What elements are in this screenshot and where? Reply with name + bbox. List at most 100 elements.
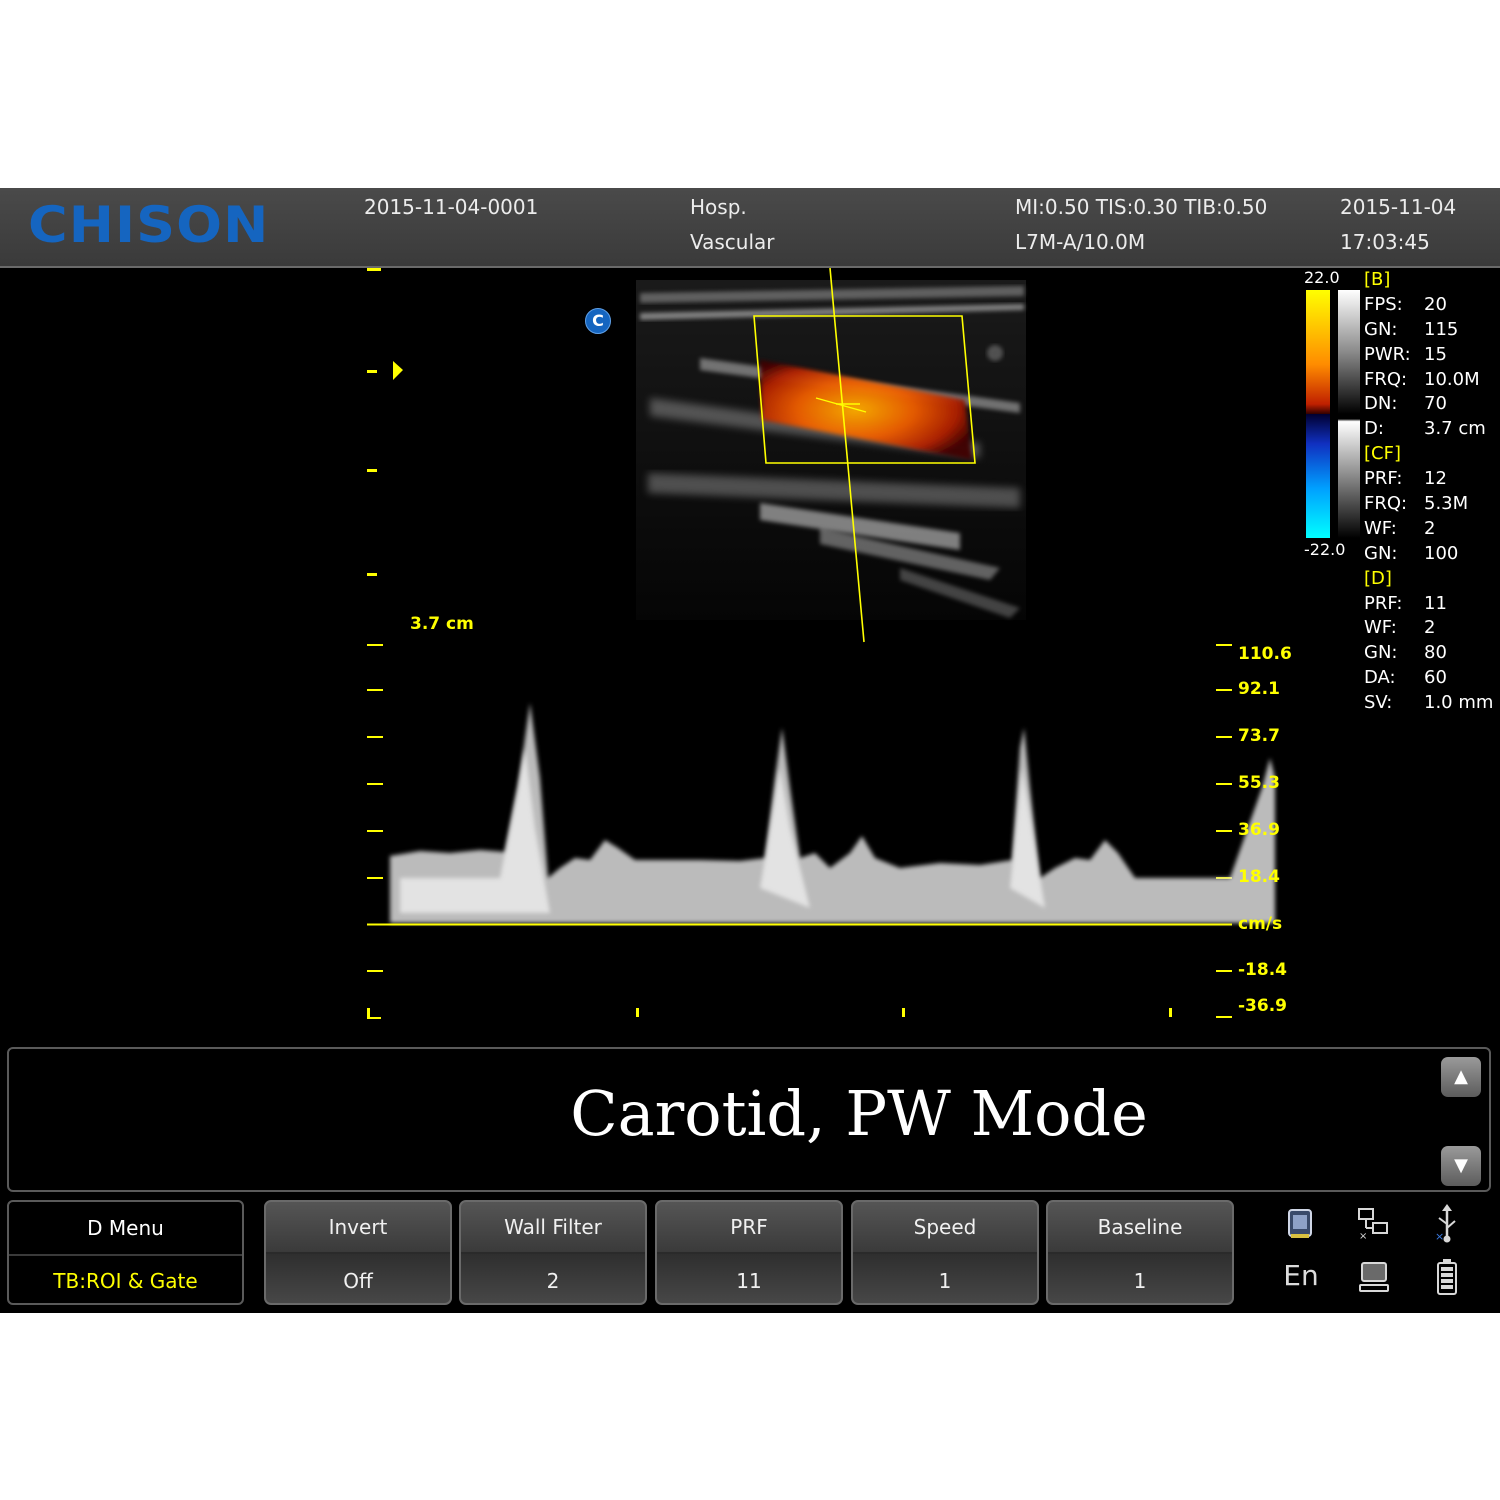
softkey-value: 2 [546, 1269, 560, 1293]
grayscale-bar [1338, 290, 1360, 538]
param-key: PRF: [1364, 592, 1403, 614]
battery-icon [1436, 1258, 1458, 1296]
color-velocity-bar [1306, 290, 1330, 538]
param-key: PRF: [1364, 468, 1403, 490]
parameter-panel: [B] FPS: 20 GN: 115 PWR: 15 FRQ: 10.0M DN: 70 D: 3.7… [1364, 268, 1500, 716]
velocity-label: 36.9 [1238, 820, 1280, 840]
bmode-image [636, 267, 1026, 643]
param-row: FRQ: 5.3M [1364, 492, 1500, 517]
param-value: 20 [1424, 293, 1447, 315]
param-value: 3.7 cm [1424, 418, 1486, 440]
softkey-label: Baseline [1048, 1202, 1232, 1254]
wall-filter-button[interactable]: Wall Filter 2 [459, 1200, 647, 1305]
param-section-header: [D] [1364, 567, 1500, 592]
language-indicator[interactable]: En [1279, 1258, 1323, 1294]
param-key: WF: [1364, 617, 1397, 639]
softkey-label: Wall Filter [461, 1202, 645, 1254]
page-up-button[interactable]: ▲ [1441, 1057, 1481, 1097]
param-value: 60 [1424, 667, 1447, 689]
param-row: PWR: 15 [1364, 343, 1500, 368]
d-menu[interactable]: D Menu TB:ROI & Gate [7, 1200, 244, 1305]
depth-ticks [367, 268, 403, 576]
velocity-unit: cm/s [1238, 914, 1283, 934]
trackball-mode: TB:ROI & Gate [53, 1269, 198, 1293]
velocity-label: 110.6 [1238, 644, 1292, 664]
velocity-label: -18.4 [1238, 960, 1287, 980]
param-row: GN: 115 [1364, 318, 1500, 343]
softkey-label: PRF [657, 1202, 841, 1254]
baseline-button[interactable]: Baseline 1 [1046, 1200, 1234, 1305]
softkey-value: 1 [1133, 1269, 1147, 1293]
velocity-label: 92.1 [1238, 679, 1280, 699]
softkey-value: 1 [938, 1269, 952, 1293]
param-key: D: [1364, 418, 1384, 440]
param-value: 15 [1424, 343, 1447, 365]
invert-button[interactable]: Invert Off [264, 1200, 452, 1305]
param-key: GN: [1364, 542, 1398, 564]
param-key: FRQ: [1364, 368, 1408, 390]
param-value: 2 [1424, 617, 1436, 639]
param-key: WF: [1364, 517, 1397, 539]
param-value: 70 [1424, 393, 1447, 415]
param-key: GN: [1364, 642, 1398, 664]
param-row: WF: 2 [1364, 517, 1500, 542]
param-value: 5.3M [1424, 493, 1469, 515]
caption-text: Carotid, PW Mode [570, 1077, 1148, 1150]
velocity-label: 55.3 [1238, 773, 1280, 793]
param-row: GN: 100 [1364, 542, 1500, 567]
page-down-button[interactable]: ▼ [1441, 1146, 1481, 1186]
param-value: 12 [1424, 468, 1447, 490]
param-row: GN: 80 [1364, 641, 1500, 666]
param-key: [B] [1364, 269, 1391, 290]
printer-icon[interactable] [1283, 1206, 1317, 1242]
param-value: 80 [1424, 642, 1447, 664]
spectrum-right-ticks [1216, 644, 1232, 1018]
param-value: 2 [1424, 517, 1436, 539]
param-key: GN: [1364, 318, 1398, 340]
param-key: SV: [1364, 692, 1393, 714]
param-value: 100 [1424, 542, 1459, 564]
param-section-header: [CF] [1364, 442, 1500, 467]
param-value: 1.0 mm [1424, 692, 1494, 714]
speed-button[interactable]: Speed 1 [851, 1200, 1039, 1305]
color-flow-marker: C [585, 308, 611, 334]
param-row: D: 3.7 cm [1364, 417, 1500, 442]
softkey-label: Invert [266, 1202, 450, 1254]
param-value: 10.0M [1424, 368, 1480, 390]
param-key: FPS: [1364, 293, 1403, 315]
param-row: DN: 70 [1364, 392, 1500, 417]
param-row: PRF: 11 [1364, 592, 1500, 617]
param-row: SV: 1.0 mm [1364, 691, 1500, 716]
param-row: PRF: 12 [1364, 467, 1500, 492]
usb-icon[interactable]: × [1432, 1204, 1462, 1244]
param-section-header: [B] [1364, 268, 1500, 293]
param-key: DN: [1364, 393, 1398, 415]
softkey-label: Speed [853, 1202, 1037, 1254]
svg-text:×: × [1359, 1231, 1367, 1242]
ultrasound-screen: CHISON 2015-11-04-0001 Hosp. Vascular MI… [0, 188, 1500, 1313]
computer-icon [1358, 1260, 1390, 1294]
param-key: [CF] [1364, 443, 1401, 465]
param-key: [D] [1364, 567, 1392, 589]
depth-label: 3.7 cm [410, 614, 474, 634]
param-row: WF: 2 [1364, 616, 1500, 641]
svg-text:×: × [1435, 1230, 1444, 1243]
param-key: FRQ: [1364, 493, 1408, 515]
velocity-label: 73.7 [1238, 726, 1280, 746]
color-bar-top-value: 22.0 [1304, 268, 1340, 287]
d-menu-title[interactable]: D Menu [9, 1202, 242, 1256]
prf-button[interactable]: PRF 11 [655, 1200, 843, 1305]
color-bar-bottom-value: -22.0 [1304, 540, 1346, 559]
param-value: 115 [1424, 318, 1459, 340]
softkey-value: 11 [736, 1269, 762, 1293]
param-value: 11 [1424, 592, 1447, 614]
param-row: FPS: 20 [1364, 293, 1500, 318]
param-row: DA: 60 [1364, 666, 1500, 691]
scan-area [367, 267, 1275, 1019]
softkey-value: Off [343, 1269, 373, 1293]
param-row: FRQ: 10.0M [1364, 368, 1500, 393]
network-icon[interactable]: × [1355, 1206, 1391, 1242]
param-key: PWR: [1364, 343, 1411, 365]
velocity-label: -36.9 [1238, 996, 1287, 1016]
velocity-label: 18.4 [1238, 867, 1280, 887]
